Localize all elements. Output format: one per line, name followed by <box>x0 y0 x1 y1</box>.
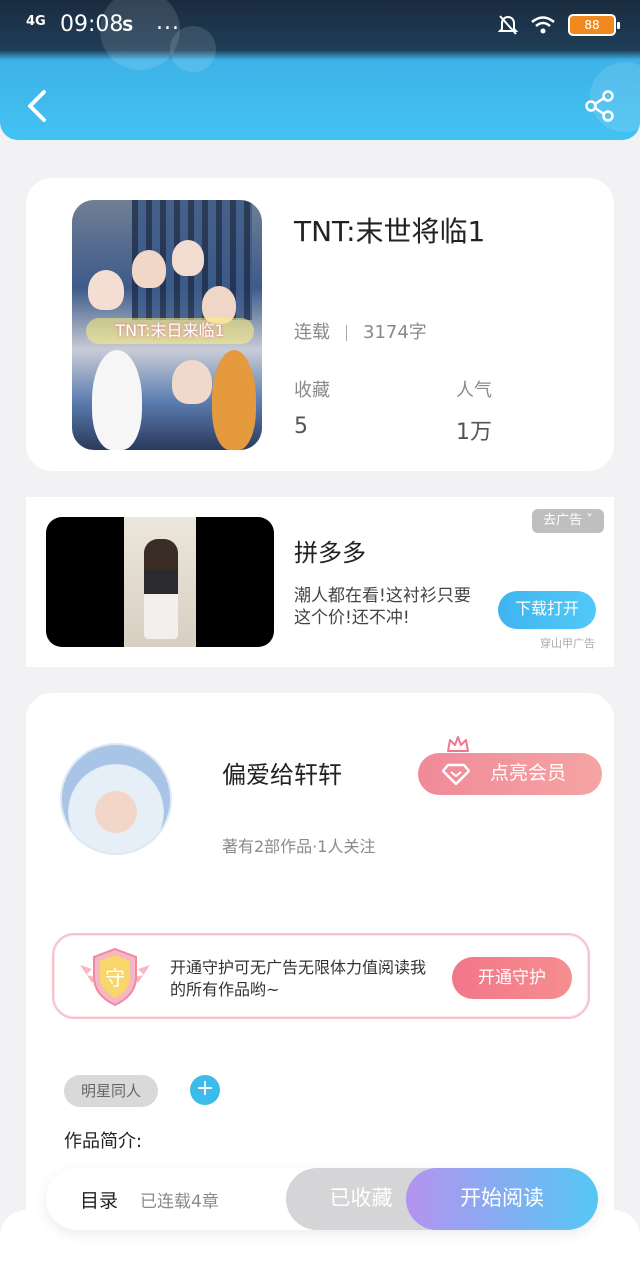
cover-figure <box>212 350 256 450</box>
author-name[interactable]: 偏爱给轩轩 <box>222 755 342 790</box>
ad-photo <box>124 517 196 647</box>
top-header: 4G 09:08 S ... 88 <box>0 0 640 140</box>
popularity-label: 人气 <box>456 380 492 401</box>
battery-level: 88 <box>584 18 600 32</box>
status-time: 09:08 <box>60 12 124 37</box>
more-notifications-icon: ... <box>156 10 180 35</box>
start-reading-button[interactable]: 开始阅读 <box>406 1168 598 1230</box>
vip-button[interactable]: 点亮会员 <box>418 753 602 795</box>
crown-icon <box>447 736 469 752</box>
genre-tag[interactable]: 明星同人 <box>64 1075 158 1107</box>
cover-figure <box>132 250 166 288</box>
app-notification-icon: S <box>122 16 134 35</box>
popularity-value: 1万 <box>456 420 492 445</box>
ad-download-button[interactable]: 下载打开 <box>498 591 596 629</box>
ad-source: 穿山甲广告 <box>540 637 595 650</box>
book-word-count: 3174字 <box>363 322 427 343</box>
cover-figure <box>172 360 212 404</box>
signal-indicator: 4G <box>26 14 46 29</box>
book-info-card: TNT:末日来临1 TNT:末世将临1 连载 3174字 收藏 5 人气 1万 <box>26 178 614 471</box>
wifi-icon <box>531 16 555 34</box>
remove-ad-label: 去广告 <box>543 513 583 528</box>
intro-label: 作品简介: <box>64 1131 143 1152</box>
share-button[interactable] <box>584 90 616 122</box>
ad-brand: 拼多多 <box>294 539 366 567</box>
chevron-down-icon: ˅ <box>586 513 593 528</box>
add-tag-button[interactable]: + <box>190 1075 220 1105</box>
vip-label: 点亮会员 <box>490 763 567 784</box>
ad-video[interactable] <box>46 517 274 647</box>
ad-model-figure <box>144 539 178 639</box>
diamond-icon <box>442 763 470 785</box>
book-status: 连载 <box>294 322 330 343</box>
mute-bell-icon <box>498 15 518 35</box>
back-button[interactable] <box>22 88 52 124</box>
guard-description: 开通守护可无广告无限体力值阅读我的所有作品哟~ <box>170 958 427 999</box>
toc-button[interactable]: 目录 <box>80 1186 118 1213</box>
guard-promo: 守 开通守护可无广告无限体力值阅读我的所有作品哟~ 开通守护 <box>52 933 590 1019</box>
favorites-value: 5 <box>294 414 308 439</box>
cover-figure <box>88 270 124 310</box>
guard-shield-icon: 守 <box>80 947 150 1007</box>
bottom-action-bar: 目录 已连载4章 已收藏 开始阅读 <box>46 1168 598 1230</box>
guard-badge-text: 守 <box>105 966 125 990</box>
ad-description: 潮人都在看!这衬衫只要这个价!还不冲! <box>294 586 471 628</box>
book-cover-image[interactable]: TNT:末日来临1 <box>72 200 262 450</box>
favorites-label: 收藏 <box>294 380 330 401</box>
author-avatar[interactable] <box>60 743 172 855</box>
cover-figure <box>92 350 142 450</box>
ad-banner[interactable]: 拼多多 潮人都在看!这衬衫只要这个价!还不冲! 下载打开 去广告 ˅ 穿山甲广告 <box>26 497 614 667</box>
cover-figure <box>172 240 204 276</box>
status-right: 88 <box>498 14 620 36</box>
open-guard-button[interactable]: 开通守护 <box>452 957 572 999</box>
cover-title-banner: TNT:末日来临1 <box>86 318 254 344</box>
book-meta: 连载 3174字 <box>294 318 427 344</box>
remove-ad-button[interactable]: 去广告 ˅ <box>532 509 604 533</box>
status-bar: 4G 09:08 S ... 88 <box>0 0 640 56</box>
toc-chapter-count: 已连载4章 <box>140 1192 219 1212</box>
author-summary: 著有2部作品·1人关注 <box>222 837 376 856</box>
book-title: TNT:末世将临1 <box>294 215 486 248</box>
battery-icon: 88 <box>568 14 620 36</box>
meta-divider <box>346 325 347 341</box>
